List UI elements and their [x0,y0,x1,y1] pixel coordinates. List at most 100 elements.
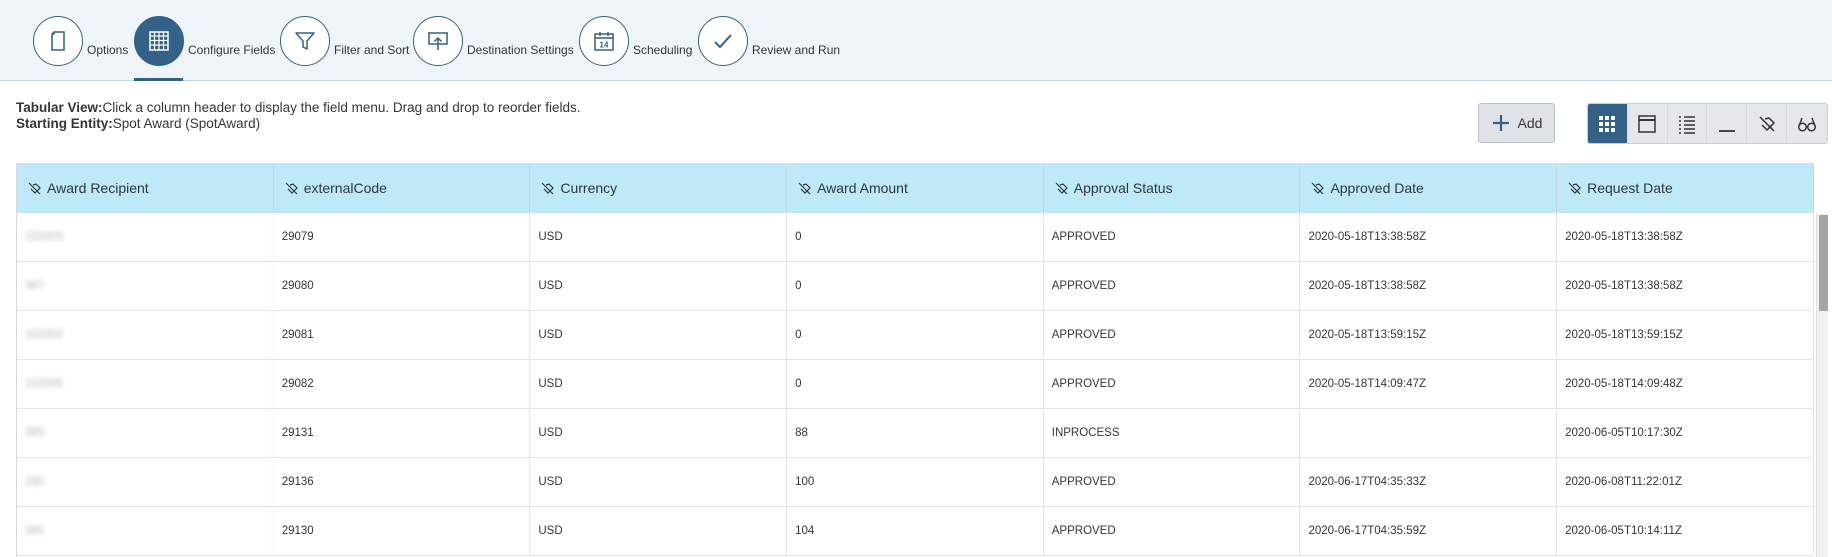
cell-request-date: 2020-05-18T13:59:15Z [1557,311,1814,359]
cell-request-date: 2020-05-18T13:38:58Z [1557,262,1814,310]
hidden-tag-icon [285,182,298,194]
step-filter-sort-circle[interactable] [280,16,330,66]
list-view-button[interactable] [1668,104,1708,143]
add-button[interactable]: Add [1478,103,1555,143]
cell-approved-date: 2020-05-18T13:59:15Z [1300,311,1558,359]
cell-award-amount: 88 [787,409,1044,457]
step-filter-sort-label: Filter and Sort [334,43,410,57]
column-header-currency[interactable]: Currency [530,163,788,213]
preview-button[interactable] [1787,104,1827,143]
starting-entity-text: Spot Award (SpotAward) [112,116,261,131]
cell-award-amount: 100 [787,458,1044,506]
table-row[interactable]: 103305 29082 USD 0 APPROVED 2020-05-18T1… [17,360,1814,409]
scrollbar-thumb[interactable] [1819,215,1828,311]
table-row[interactable]: 365 29130 USD 104 APPROVED 2020-06-17T04… [17,507,1814,556]
hide-fields-button[interactable] [1747,104,1788,143]
calendar-icon: 14 [594,32,614,51]
hidden-tag-icon [1568,182,1581,194]
cell-award-amount: 0 [787,213,1044,261]
cell-award-recipient: 365 [17,507,274,555]
tabular-view-line: Tabular View:Click a column header to di… [16,100,581,116]
column-header-award-amount[interactable]: Award Amount [787,163,1044,213]
step-review-run-circle[interactable] [698,16,748,66]
cell-external-code: 29136 [274,458,531,506]
column-header-label: Award Recipient [47,180,149,196]
cell-external-code: 29130 [274,507,531,555]
cell-approval-status: APPROVED [1044,311,1301,359]
step-options[interactable]: Options [33,16,128,66]
column-header-approval-status[interactable]: Approval Status [1044,163,1301,213]
cell-award-recipient: 103302 [17,311,274,359]
cell-approval-status: APPROVED [1044,213,1301,261]
cell-request-date: 2020-06-05T10:17:30Z [1557,409,1814,457]
step-scheduling[interactable]: 14 Scheduling [579,16,692,66]
cell-award-amount: 0 [787,311,1044,359]
hidden-tag-icon [28,182,41,194]
cell-currency: USD [530,262,788,310]
column-header-label: externalCode [303,180,387,196]
column-header-external-code[interactable]: externalCode [274,163,531,213]
table-row[interactable]: 295 29136 USD 100 APPROVED 2020-06-17T04… [17,458,1814,507]
table-row[interactable]: 103305 29079 USD 0 APPROVED 2020-05-18T1… [17,213,1814,262]
column-header-label: Approval Status [1073,180,1173,196]
minimize-button[interactable] [1707,104,1748,143]
cell-request-date: 2020-06-08T11:22:01Z [1557,458,1814,506]
step-filter-sort[interactable]: Filter and Sort [280,16,409,66]
minimize-icon [1718,129,1735,132]
column-header-award-recipient[interactable]: Award Recipient [17,163,274,213]
cell-approved-date: 2020-05-18T14:09:47Z [1300,360,1558,408]
data-table: Award Recipient externalCode Currency Aw… [16,163,1828,557]
step-scheduling-circle[interactable]: 14 [579,16,629,66]
step-destination-settings-label: Destination Settings [467,43,574,57]
cell-approved-date: 2020-06-17T04:35:59Z [1300,507,1558,555]
step-destination-settings[interactable]: Destination Settings [413,16,574,66]
cell-external-code: 29081 [274,311,531,359]
active-step-indicator [134,78,183,81]
plus-icon [1492,115,1509,131]
tabular-view-text: Click a column header to display the fie… [102,100,581,115]
cell-award-amount: 0 [787,262,1044,310]
step-options-label: Options [87,43,129,57]
table-header: Award Recipient externalCode Currency Aw… [17,163,1814,213]
column-header-approved-date[interactable]: Approved Date [1300,163,1558,213]
grid-view-button[interactable] [1588,104,1628,143]
cell-award-amount: 0 [787,360,1044,408]
cell-external-code: 29080 [274,262,531,310]
cell-award-amount: 104 [787,507,1044,555]
column-header-label: Approved Date [1330,180,1424,196]
column-header-request-date[interactable]: Request Date [1557,163,1814,213]
add-button-label: Add [1517,115,1543,131]
step-review-run[interactable]: Review and Run [698,16,840,66]
cell-approval-status: APPROVED [1044,262,1301,310]
window-view-button[interactable] [1628,104,1668,143]
cell-request-date: 2020-06-05T10:14:11Z [1557,507,1814,555]
table-row[interactable]: 365 29131 USD 88 INPROCESS 2020-06-05T10… [17,409,1814,458]
starting-entity-line: Starting Entity:Spot Award (SpotAward) [16,116,581,132]
cell-approved-date: 2020-05-18T13:38:58Z [1300,213,1558,261]
table-scrollbar[interactable] [1816,213,1828,557]
hidden-tag-icon [1055,182,1068,194]
cell-approval-status: APPROVED [1044,458,1301,506]
step-configure-fields[interactable]: Configure Fields [134,16,275,66]
upload-screen-icon [428,32,448,50]
table-row[interactable]: 367 29080 USD 0 APPROVED 2020-05-18T13:3… [17,262,1814,311]
filter-icon [295,32,315,50]
wizard-header: Options Configure Fields Filter and Sort… [0,0,1832,81]
cell-currency: USD [530,507,788,555]
cell-currency: USD [530,409,788,457]
cell-award-recipient: 367 [17,262,274,310]
column-header-label: Currency [560,180,618,196]
step-options-circle[interactable] [33,16,83,66]
cell-approval-status: APPROVED [1044,507,1301,555]
step-scheduling-label: Scheduling [633,43,693,57]
view-info: Tabular View:Click a column header to di… [16,100,581,132]
cell-currency: USD [530,458,788,506]
step-destination-settings-circle[interactable] [413,16,463,66]
tabular-view-label: Tabular View: [16,100,103,115]
cell-award-recipient: 365 [17,409,274,457]
step-configure-fields-circle[interactable] [134,16,184,66]
starting-entity-label: Starting Entity: [16,116,113,131]
document-icon [51,31,65,51]
table-row[interactable]: 103302 29081 USD 0 APPROVED 2020-05-18T1… [17,311,1814,360]
preview-glasses-icon [1797,117,1817,132]
